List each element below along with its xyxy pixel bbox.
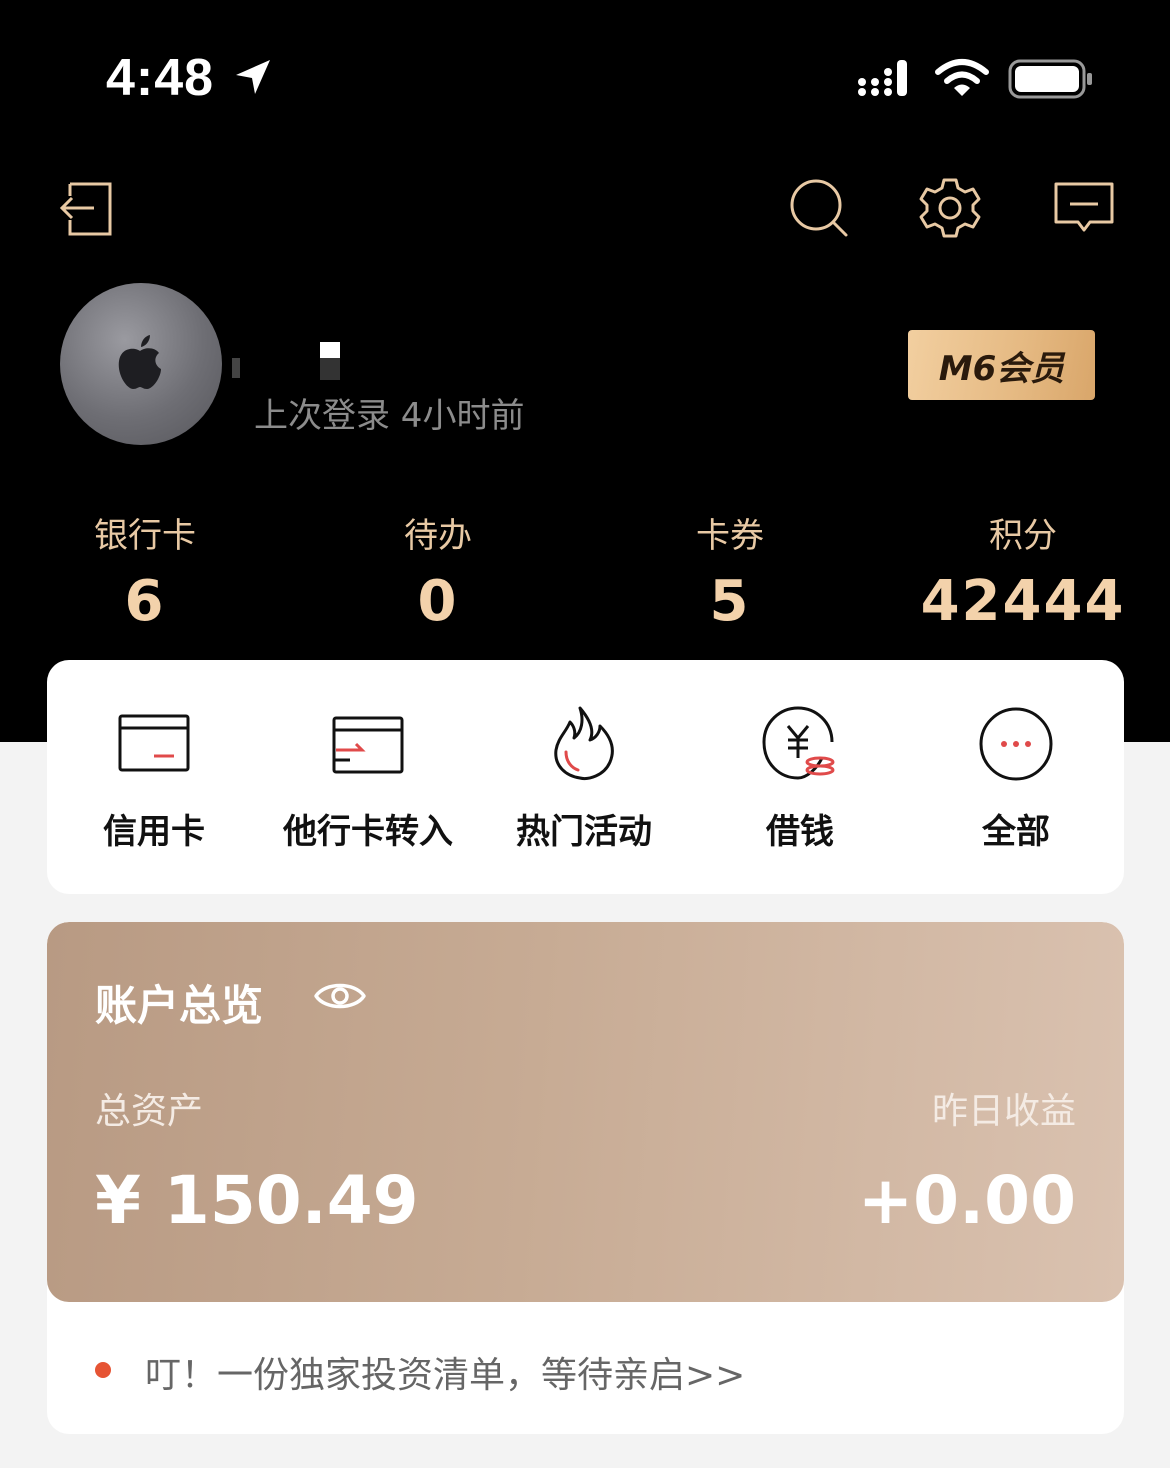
- yen-coin-icon: [762, 706, 835, 780]
- avatar[interactable]: [60, 283, 222, 445]
- promo-banner-text[interactable]: 叮！一份独家投资清单，等待亲启>>: [145, 1346, 745, 1398]
- eye-icon[interactable]: [313, 974, 367, 1018]
- promo-dot: [95, 1362, 111, 1378]
- stat-value: 0: [417, 569, 459, 634]
- quick-action-label: 热门活动: [516, 812, 652, 852]
- apple-logo-icon: [118, 335, 161, 389]
- quick-action-borrow[interactable]: 借钱: [695, 704, 905, 853]
- quick-actions-card: 信用卡 他行卡转入 热门活动 借钱 全部: [47, 660, 1124, 894]
- yesterday-earnings-value: +0.00: [857, 1162, 1076, 1239]
- quick-action-card-transfer[interactable]: 他行卡转入: [263, 704, 473, 853]
- vip-badge[interactable]: M6会员: [908, 330, 1095, 400]
- stat-label: 卡券: [696, 516, 764, 556]
- credit-card-icon: [118, 714, 190, 772]
- last-login-text: 上次登录 4小时前: [254, 396, 525, 436]
- username-redacted: [232, 338, 342, 382]
- stat-value: 5: [709, 569, 751, 634]
- stat-coupons[interactable]: 卡券 5: [610, 508, 850, 634]
- cellular-signal-icon: [858, 60, 907, 96]
- stat-bank-cards[interactable]: 银行卡 6: [25, 508, 265, 634]
- stat-points[interactable]: 积分 42444: [903, 508, 1143, 634]
- quick-action-label: 全部: [982, 812, 1050, 852]
- status-time: 4:48: [106, 49, 215, 107]
- account-summary-panel[interactable]: 账户总览 总资产 昨日收益 ¥ 150.49 +0.00: [47, 922, 1124, 1302]
- account-title: 账户总览: [95, 981, 264, 1030]
- stat-value: 42444: [920, 569, 1126, 634]
- quick-action-all[interactable]: 全部: [911, 704, 1121, 853]
- more-icon: [979, 707, 1053, 781]
- battery-icon: [1008, 59, 1092, 99]
- stat-value: 6: [124, 569, 166, 634]
- flame-icon: [554, 706, 614, 780]
- quick-action-credit-card[interactable]: 信用卡: [49, 704, 259, 853]
- card-transfer-icon: [332, 716, 404, 774]
- search-icon[interactable]: [786, 176, 850, 240]
- stat-todo[interactable]: 待办 0: [318, 508, 558, 634]
- total-assets-value: ¥ 150.49: [95, 1162, 419, 1239]
- quick-action-label: 他行卡转入: [283, 812, 453, 852]
- stat-label: 待办: [404, 516, 472, 556]
- location-arrow-icon: [236, 60, 270, 94]
- quick-action-hot-events[interactable]: 热门活动: [479, 704, 689, 853]
- wifi-icon: [935, 59, 989, 96]
- stat-label: 银行卡: [94, 516, 196, 556]
- message-icon[interactable]: [1052, 176, 1116, 240]
- quick-action-label: 信用卡: [103, 812, 205, 852]
- quick-action-label: 借钱: [766, 812, 834, 852]
- settings-icon[interactable]: [918, 176, 982, 240]
- yesterday-earnings-label: 昨日收益: [931, 1091, 1076, 1132]
- total-assets-label: 总资产: [95, 1091, 204, 1132]
- stat-label: 积分: [989, 516, 1057, 556]
- logout-icon[interactable]: [56, 176, 120, 240]
- account-overview-card: 账户总览 总资产 昨日收益 ¥ 150.49 +0.00 叮！一份独家投资清单，…: [47, 922, 1124, 1434]
